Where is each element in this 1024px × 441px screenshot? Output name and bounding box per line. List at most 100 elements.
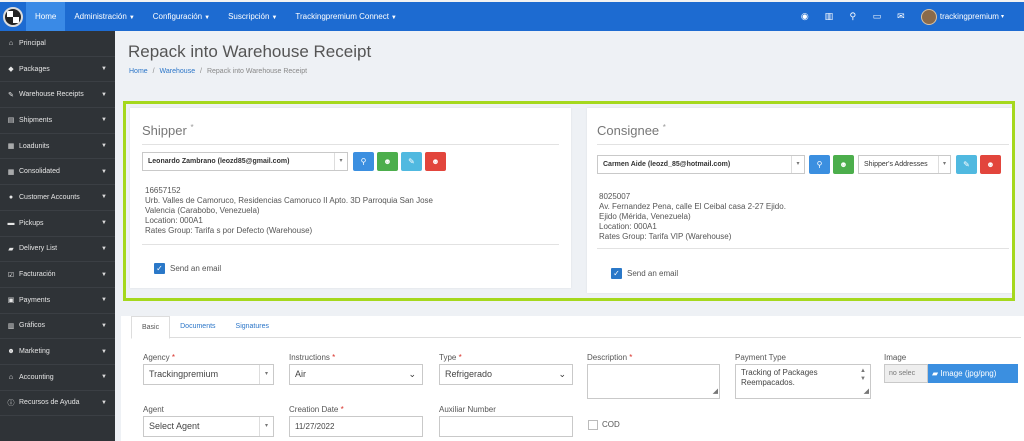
nav-suscripcion[interactable]: Suscripción ▼ [219, 2, 286, 31]
sidebar-item-pickups[interactable]: ▬ Pickups ▼ [0, 211, 115, 237]
list-icon: ▤ [7, 117, 15, 125]
breadcrumb-warehouse[interactable]: Warehouse [160, 68, 196, 75]
sidebar-item-accounting[interactable]: ⌂ Accounting ▼ [0, 365, 115, 391]
sidebar-item-loadunits[interactable]: ▦ Loadunits ▼ [0, 134, 115, 160]
cod-label: COD [602, 420, 620, 429]
resize-handle-icon[interactable]: ◢ [864, 387, 869, 397]
car-icon: ▬ [7, 219, 15, 227]
info-icon: ⓘ [7, 399, 15, 407]
caret-down-icon: ▼ [101, 297, 107, 304]
truck-icon: ▰ [8, 245, 14, 253]
sidebar-item-customer-accounts[interactable]: ● Customer Accounts ▼ [0, 185, 115, 211]
sidebar-item-label: Packages [19, 65, 50, 73]
user-menu[interactable]: trackingpremium ▾ [920, 8, 1004, 25]
spinner-icon[interactable]: ▲ ▼ [860, 367, 866, 383]
envelope-icon[interactable]: ✉ [889, 2, 913, 31]
agency-label: Agency * [143, 353, 176, 362]
instructions-label: Instructions * [289, 353, 336, 362]
payment-type-label: Payment Type [735, 353, 786, 362]
sidebar-item-delivery-list[interactable]: ▰ Delivery List ▼ [0, 237, 115, 263]
sidebar-item-recursos-de-ayuda[interactable]: ⓘ Recursos de Ayuda ▼ [0, 391, 115, 417]
page-title: Repack into Warehouse Receipt [128, 42, 372, 61]
sidebar-item-label: Gráficos [19, 322, 46, 330]
caret-down-icon: ▼ [101, 322, 107, 329]
sidebar-item-principal[interactable]: ⌂ Principal [0, 31, 115, 57]
nav-label: Trackingpremium Connect [295, 12, 389, 21]
form-panel: Basic Documents Signatures Agency * Trac… [121, 316, 1024, 441]
caret-down-icon: ▼ [101, 66, 107, 73]
caret-down-icon: ▼ [101, 117, 107, 124]
tab-documents[interactable]: Documents [170, 316, 225, 337]
caret-down-icon: ▼ [390, 15, 397, 21]
home-icon: ⌂ [8, 39, 14, 47]
caret-down-icon: ▼ [101, 245, 107, 252]
sidebar-item-label: Accounting [19, 373, 54, 381]
nav-configuracion[interactable]: Configuración ▼ [144, 2, 219, 31]
chevron-down-icon: ▾ [259, 365, 273, 384]
caret-down-icon: ▼ [101, 91, 107, 98]
sidebar-item-label: Customer Accounts [19, 193, 80, 201]
brand-logo[interactable] [0, 2, 26, 31]
type-select[interactable]: Refrigerado ⌄ [439, 364, 573, 385]
creation-date-input[interactable]: 11/27/2022 [289, 416, 423, 437]
resize-handle-icon[interactable]: ◢ [713, 387, 718, 397]
cod-checkbox[interactable] [588, 420, 598, 430]
money-icon: ▣ [7, 297, 15, 305]
sidebar-item-gr-ficos[interactable]: ▥ Gráficos ▼ [0, 314, 115, 340]
sidebar-item-label: Shipments [19, 116, 53, 124]
nav-label: Configuración [152, 12, 203, 21]
search-icon[interactable]: ⚲ [841, 2, 865, 31]
sidebar-item-shipments[interactable]: ▤ Shipments ▼ [0, 108, 115, 134]
chevron-down-icon: ⌄ [558, 369, 566, 379]
nav-trackingpremium-connect[interactable]: Trackingpremium Connect ▼ [286, 2, 405, 31]
table-icon: ▦ [7, 168, 15, 176]
nav-home[interactable]: Home [26, 2, 66, 31]
caret-down-icon: ▼ [204, 15, 211, 21]
globe-icon[interactable]: ◉ [793, 2, 817, 31]
nav-label: Administración [74, 12, 127, 21]
tab-signatures[interactable]: Signatures [226, 316, 279, 337]
nav-label: Home [35, 12, 57, 21]
description-textarea[interactable]: ◢ [587, 364, 720, 399]
top-icons: ◉ ▥ ⚲ ▭ ✉ trackingpremium ▾ [793, 2, 1004, 31]
caret-down-icon: ▼ [271, 15, 278, 21]
user-name: trackingpremium [939, 12, 999, 21]
image-upload-button[interactable]: ▰ Image (jpg/png) [928, 364, 1018, 383]
caret-down-icon: ▼ [101, 220, 107, 227]
sidebar-item-warehouse-receipts[interactable]: ✎ Warehouse Receipts ▼ [0, 82, 115, 109]
folder-open-icon: ▰ [932, 369, 939, 378]
agency-select[interactable]: Trackingpremium ▾ [143, 364, 274, 385]
main-nav: Home Administración ▼ Configuración ▼ Susc… [26, 2, 406, 31]
tab-basic[interactable]: Basic [131, 316, 171, 339]
breadcrumb-home[interactable]: Home [129, 68, 148, 75]
type-label: Type * [439, 353, 462, 362]
sidebar-item-payments[interactable]: ▣ Payments ▼ [0, 288, 115, 314]
logo-icon [3, 6, 23, 27]
card-icon[interactable]: ▭ [865, 2, 889, 31]
tag-icon: ◆ [8, 66, 14, 74]
nav-label: Suscripción [228, 12, 270, 21]
caret-down-icon: ▼ [101, 348, 107, 355]
sidebar-item-packages[interactable]: ◆ Packages ▼ [0, 57, 115, 83]
bank-icon: ⌂ [8, 373, 14, 381]
agent-select[interactable]: Select Agent ▾ [143, 416, 274, 437]
sidebar-item-marketing[interactable]: ☻ Marketing ▼ [0, 339, 115, 365]
instructions-select[interactable]: Air ⌄ [289, 364, 423, 385]
caret-down-icon: ▼ [101, 143, 107, 150]
check-icon: ☑ [7, 271, 15, 279]
auxiliar-number-input[interactable] [439, 416, 573, 437]
sidebar-item-consolidated[interactable]: ▦ Consolidated ▼ [0, 159, 115, 186]
payment-type-textarea[interactable]: Tracking of Packages Reempacados. ▲ ▼ ◢ [735, 364, 871, 399]
agent-label: Agent [143, 405, 164, 414]
barcode-icon[interactable]: ▥ [817, 2, 841, 31]
table-icon: ▦ [7, 143, 15, 151]
nav-administracion[interactable]: Administración ▼ [65, 2, 143, 31]
sidebar-item-label: Warehouse Receipts [19, 91, 84, 99]
image-file-name: no selec [884, 364, 928, 383]
sidebar-item-facturaci-n[interactable]: ☑ Facturación ▼ [0, 262, 115, 288]
sidebar-item-label: Consolidated [19, 168, 60, 176]
marker-icon: ● [8, 193, 14, 201]
users-icon: ☻ [7, 348, 15, 356]
sidebar-item-label: Loadunits [19, 142, 50, 150]
highlight-frame [123, 101, 1015, 301]
